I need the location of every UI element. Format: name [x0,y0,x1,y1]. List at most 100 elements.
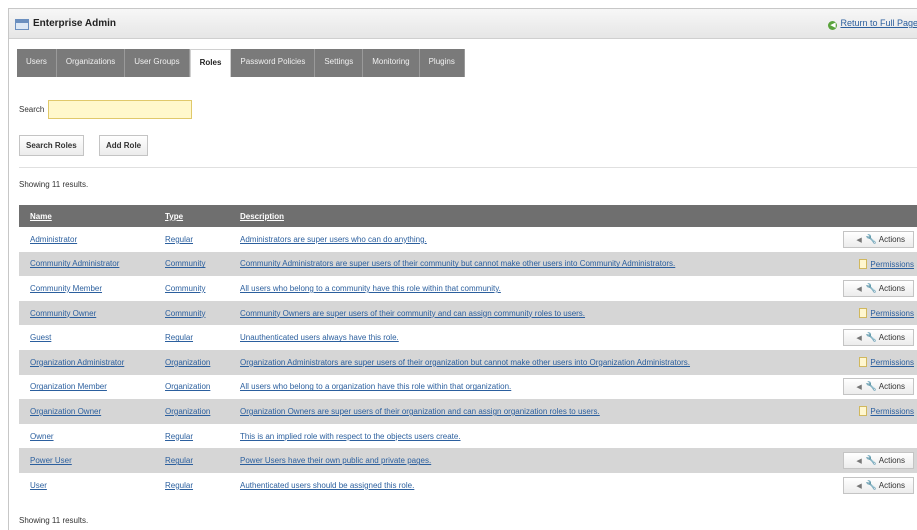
permissions-label: Permissions [870,259,914,269]
role-description-link[interactable]: All users who belong to a organization h… [229,375,832,400]
role-description-link[interactable]: All users who belong to a community have… [229,276,832,301]
tab-users[interactable]: Users [17,49,57,77]
table-row: Guest Regular Unauthenticated users always… [19,325,917,350]
role-type-link[interactable]: Regular [154,227,229,252]
table-row: Organization Owner Organization Organizati… [19,399,917,424]
role-type-link[interactable]: Community [154,251,229,277]
role-type-link[interactable]: Regular [154,424,229,449]
permissions-link[interactable]: Permissions [843,406,914,417]
actions-button[interactable]: ◀ 🔧 Actions [843,476,914,494]
tab-organizations[interactable]: Organizations [56,49,126,77]
search-label: Search [19,105,45,114]
role-type-link[interactable]: Regular [154,473,229,498]
app-frame: Enterprise Admin ◀ Return to Full Page Us… [8,8,917,530]
tab-user-groups[interactable]: User Groups [125,49,190,77]
permissions-label: Permissions [870,309,914,319]
role-description-link[interactable]: Administrators are super users who can d… [229,227,832,252]
actions-label: Actions [878,283,905,293]
page-icon [859,258,868,269]
actions-button[interactable]: ◀ 🔧 Actions [843,378,914,396]
search-roles-button[interactable]: Search Roles [19,135,84,156]
role-type-link[interactable]: Regular [154,448,229,473]
row-action-cell: ◀ 🔧 Actions [832,325,917,350]
actions-button[interactable]: ◀ 🔧 Actions [843,452,914,470]
tab-password-policies[interactable]: Password Policies [231,49,316,77]
role-description-link[interactable]: This is an implied role with respect to … [229,424,832,449]
role-name-link[interactable]: Power User [19,448,154,473]
wrench-icon: 🔧 [865,332,877,343]
row-action-cell: Permissions [832,349,917,375]
tab-plugins[interactable]: Plugins [419,49,465,77]
role-name-link[interactable]: Owner [19,424,154,449]
row-action-cell: Permissions [832,300,917,326]
role-name-link[interactable]: Administrator [19,227,154,252]
row-action-cell: Permissions [832,399,917,424]
permissions-link[interactable]: Permissions [843,357,914,368]
wrench-icon: 🔧 [865,381,877,392]
tab-settings[interactable]: Settings [315,49,364,77]
role-name-link[interactable]: Community Owner [19,300,154,326]
permissions-link[interactable]: Permissions [843,308,914,319]
role-name-link[interactable]: Guest [19,325,154,350]
role-description-link[interactable]: Community Administrators are super users… [229,251,832,277]
role-type-link[interactable]: Community [154,300,229,326]
role-description-link[interactable]: Organization Administrators are super us… [229,349,832,375]
wrench-icon: 🔧 [865,282,877,293]
chevron-left-icon: ◀ [856,335,862,343]
chevron-left-icon: ◀ [856,458,862,466]
column-header-actions [832,205,917,227]
actions-button[interactable]: ◀ 🔧 Actions [843,329,914,347]
actions-label: Actions [878,333,905,343]
chevron-left-icon: ◀ [856,384,862,392]
role-description-link[interactable]: Authenticated users should be assigned t… [229,473,832,498]
column-header-name[interactable]: Name [19,205,154,227]
search-input[interactable] [48,100,193,119]
table-row: Community Owner Community Community Owners… [19,300,917,326]
role-name-link[interactable]: Community Member [19,276,154,301]
actions-button[interactable]: ◀ 🔧 Actions [843,279,914,297]
wrench-icon: 🔧 [865,233,877,244]
column-header-description[interactable]: Description [229,205,832,227]
app-title: Enterprise Admin [33,18,116,29]
table-row: User Regular Authenticated users should be… [19,473,917,498]
role-description-link[interactable]: Unauthenticated users always have this r… [229,325,832,350]
table-row: Power User Regular Power Users have their … [19,448,917,473]
add-role-button[interactable]: Add Role [99,135,149,156]
actions-label: Actions [878,234,905,244]
role-type-link[interactable]: Organization [154,375,229,400]
actions-button[interactable]: ◀ 🔧 Actions [843,230,914,248]
row-action-cell [832,424,917,449]
chevron-left-icon: ◀ [856,236,862,244]
role-type-link[interactable]: Community [154,276,229,301]
table-row: Administrator Regular Administrators are s… [19,227,917,252]
role-description-link[interactable]: Power Users have their own public and pr… [229,448,832,473]
role-description-link[interactable]: Community Owners are super users of thei… [229,300,832,326]
tab-roles[interactable]: Roles [189,49,232,77]
actions-label: Actions [878,480,905,490]
row-action-cell: ◀ 🔧 Actions [832,473,917,498]
chevron-left-icon: ◀ [856,482,862,490]
role-type-link[interactable]: Organization [154,349,229,375]
page-icon [859,308,868,319]
search-row: Search [19,100,193,119]
tab-monitoring[interactable]: Monitoring [363,49,420,77]
role-type-link[interactable]: Regular [154,325,229,350]
permissions-link[interactable]: Permissions [843,258,914,269]
role-name-link[interactable]: Community Administrator [19,251,154,277]
column-header-type[interactable]: Type [154,205,229,227]
role-description-link[interactable]: Organization Owners are super users of t… [229,399,832,424]
wrench-icon: 🔧 [865,455,877,466]
role-type-link[interactable]: Organization [154,399,229,424]
row-action-cell: Permissions [832,251,917,277]
role-name-link[interactable]: Organization Member [19,375,154,400]
chevron-left-icon: ◀ [856,285,862,293]
back-arrow-icon: ◀ [828,21,838,30]
return-to-full-page-link[interactable]: ◀ Return to Full Page [828,18,917,30]
role-name-link[interactable]: Organization Administrator [19,349,154,375]
page-icon [859,406,868,417]
row-action-cell: ◀ 🔧 Actions [832,276,917,301]
actions-label: Actions [878,456,905,466]
role-name-link[interactable]: Organization Owner [19,399,154,424]
role-name-link[interactable]: User [19,473,154,498]
window-icon [15,19,29,30]
